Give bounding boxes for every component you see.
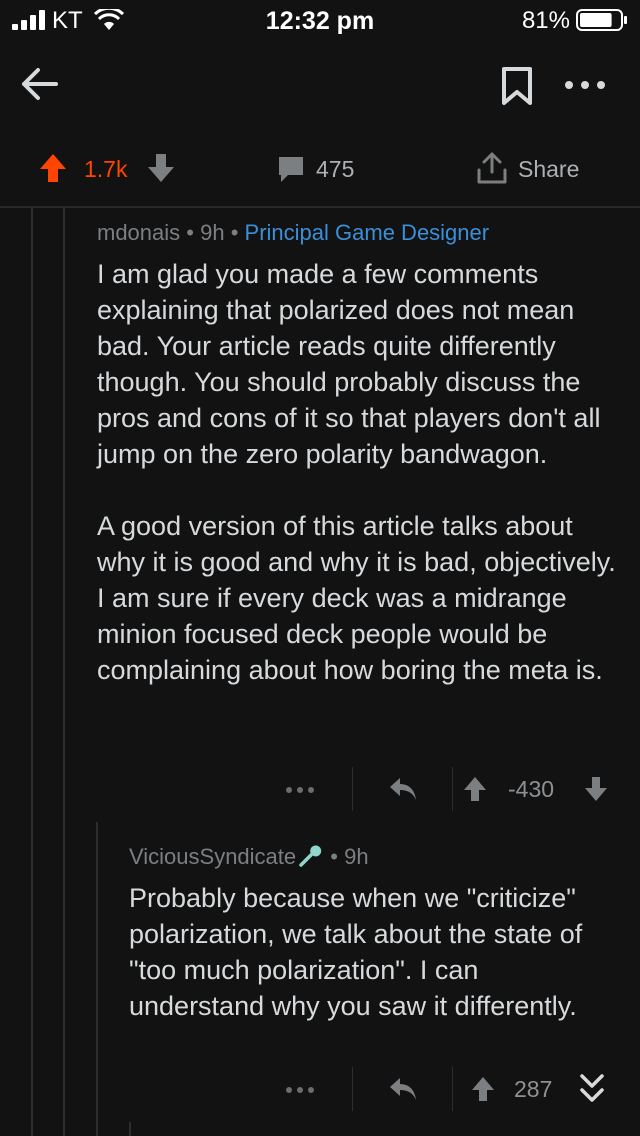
more-icon[interactable] [283, 783, 317, 797]
divider [452, 767, 453, 811]
divider [352, 1067, 353, 1111]
screen: KT 12:32 pm 81% 1.7k 475 Share mdonais •… [0, 0, 640, 1136]
comment-body: I am glad you made a few comments explai… [97, 256, 622, 688]
reply-icon[interactable] [388, 776, 418, 802]
comment-paragraph: I am glad you made a few comments explai… [97, 259, 601, 469]
more-icon[interactable] [560, 70, 610, 100]
comment-author[interactable]: ViciousSyndicate [129, 844, 296, 869]
comment-score: 287 [514, 1076, 553, 1102]
post-score: 1.7k [84, 156, 128, 182]
divider [352, 767, 353, 811]
comment-body: Probably because when we "criticize" pol… [129, 880, 609, 1024]
share-button[interactable]: Share [518, 156, 579, 183]
comment-paragraph: Probably because when we "criticize" pol… [129, 883, 583, 1021]
meta-separator: • [230, 220, 239, 245]
comment-count[interactable]: 475 [316, 156, 354, 183]
comment-meta: mdonais • 9h • Principal Game Designer [97, 220, 489, 246]
comment-meta: ViciousSyndicate • 9h [129, 844, 369, 870]
share-icon[interactable] [474, 150, 510, 186]
battery-percent: 81% [521, 7, 570, 34]
collapse-icon[interactable] [578, 1072, 606, 1106]
bookmark-icon[interactable] [500, 66, 534, 106]
comment-score: -430 [508, 776, 555, 802]
comment-author[interactable]: mdonais [97, 220, 180, 245]
divider [0, 206, 640, 208]
comment-age: 9h [200, 220, 225, 245]
upvote-icon[interactable] [470, 1075, 496, 1103]
battery-icon [576, 9, 627, 31]
thread-line [31, 208, 33, 1136]
divider [452, 1067, 453, 1111]
comment-icon[interactable] [276, 154, 306, 184]
app-bar [0, 40, 640, 130]
status-bar: KT 12:32 pm 81% [0, 0, 640, 40]
more-icon[interactable] [283, 1083, 317, 1097]
comment-age: 9h [344, 844, 369, 869]
upvote-icon[interactable] [38, 152, 68, 184]
user-flair: Principal Game Designer [244, 220, 490, 245]
comment-actions: 287 [0, 1064, 640, 1114]
downvote-icon[interactable] [146, 152, 176, 184]
meta-separator: • [330, 844, 338, 869]
thread-line [63, 208, 65, 1136]
meta-separator: • [186, 220, 194, 245]
microphone-icon [299, 845, 322, 867]
comment-paragraph: A good version of this article talks abo… [97, 511, 616, 685]
thread-line [129, 1122, 131, 1136]
reply-icon[interactable] [388, 1076, 418, 1102]
comment-actions: -430 [0, 764, 640, 814]
battery-level-fill [580, 13, 612, 27]
upvote-icon[interactable] [462, 775, 488, 803]
back-arrow-icon[interactable] [18, 62, 62, 106]
post-action-bar: 1.7k 475 Share [0, 130, 640, 206]
downvote-icon[interactable] [583, 775, 609, 803]
